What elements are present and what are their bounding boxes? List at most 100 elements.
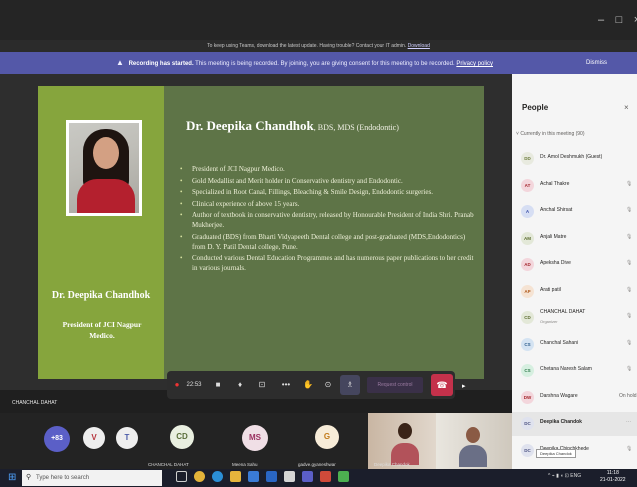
participant-name: Apeksha Dive — [540, 260, 571, 266]
microphone-icon[interactable]: 🎙 — [626, 340, 632, 346]
update-text: To keep using Teams, download the latest… — [207, 43, 407, 49]
participant-row[interactable]: DC Deepika Chandok ··· — [512, 412, 637, 436]
more-options-icon[interactable]: ··· — [626, 419, 631, 425]
hang-up-icon[interactable]: ☎ — [431, 374, 453, 396]
slide-bullet-list: President of JCI Nagpur Medico. Gold Med… — [178, 164, 474, 275]
privacy-policy-link[interactable]: Privacy policy — [456, 61, 493, 67]
participant-role: Organizer — [540, 319, 558, 324]
file-explorer-icon[interactable] — [230, 471, 241, 482]
task-view-icon[interactable] — [176, 471, 187, 482]
participant-avatar[interactable]: CD — [170, 425, 194, 449]
participant-avatar[interactable]: MS — [242, 425, 268, 451]
microphone-icon[interactable]: 🎙 — [626, 260, 632, 266]
taskbar-search-box[interactable]: ⚲ Type here to search — [22, 470, 162, 486]
participant-name: Dr. Amol Deshmukh (Guest) — [540, 154, 603, 160]
participant-name: Deepika Chandok — [540, 419, 582, 425]
slide-bullet: Graduated (BDS) from Bharti Vidyapeeth D… — [178, 232, 474, 252]
participant-avatar: AM — [521, 231, 534, 245]
participant-avatar: DC — [521, 443, 534, 457]
participant-avatar[interactable]: T — [116, 427, 138, 449]
microphone-icon[interactable]: 🎙 — [626, 446, 632, 452]
participant-row[interactable]: AD Apeksha Dive 🎙 — [512, 253, 637, 277]
call-control-bar: ● 22:53 ■ ♦ ⊡ ••• ✋ ⊙ ♗ Request control … — [167, 371, 455, 399]
mouse-cursor-icon: ▸ — [462, 383, 466, 390]
mail-icon[interactable] — [266, 471, 277, 482]
download-link[interactable]: Download — [408, 43, 430, 49]
app-icon[interactable] — [338, 471, 349, 482]
update-banner: To keep using Teams, download the latest… — [0, 40, 637, 52]
slide-bullet: Clinical experience of above 15 years. — [178, 199, 474, 209]
name-tooltip: Deepika Chandok — [536, 449, 576, 458]
participant-name-label: CHANCHAL DAHAT — [148, 462, 189, 467]
microphone-icon[interactable]: 🎙 — [626, 366, 632, 372]
slide-left-name: Dr. Deepika Chandhok — [51, 290, 151, 301]
taskbar-clock[interactable]: 11:18 21-01-2022 — [600, 470, 626, 484]
slide-credentials: , BDS, MDS (Endodontic) — [313, 123, 399, 132]
participant-row[interactable]: CD CHANCHAL DAHAT Organizer 🎙 — [512, 306, 637, 330]
maximize-icon[interactable]: □ — [612, 14, 626, 26]
more-actions-icon[interactable]: ••• — [279, 371, 293, 399]
request-control-button[interactable]: Request control — [367, 377, 423, 393]
participant-avatar[interactable]: V — [83, 427, 105, 449]
participant-row[interactable]: DW Darshna Wagare On hold — [512, 386, 637, 410]
people-panel-title: People — [522, 103, 549, 112]
microphone-icon[interactable]: 🎙 — [626, 287, 632, 293]
participant-avatar: AD — [521, 258, 534, 271]
teams-icon[interactable] — [302, 471, 313, 482]
participant-row[interactable]: AT Achal Thakre 🎙 — [512, 174, 637, 198]
slide-bullet: Author of textbook in conservative denti… — [178, 210, 474, 230]
microphone-icon[interactable]: ♦ — [233, 371, 247, 399]
title-bar: – □ × — [0, 0, 637, 40]
participant-row[interactable]: AP Arati patil 🎙 — [512, 280, 637, 304]
participant-avatar[interactable]: G — [315, 425, 339, 449]
participant-avatar: CS — [521, 337, 534, 351]
slide-bullet: Gold Medallist and Merit holder in Conse… — [178, 176, 474, 186]
close-panel-icon[interactable]: × — [624, 103, 629, 112]
system-tray[interactable]: ^ ⌁ ▮ ◖ ⊡ ENG — [548, 473, 581, 479]
recording-indicator-icon: ● — [174, 380, 180, 389]
share-tray-icon[interactable]: ⊡ — [255, 371, 269, 399]
chrome-icon[interactable] — [194, 471, 205, 482]
people-icon[interactable]: ♗ — [340, 375, 360, 395]
participant-name-label: Meena Sahu — [232, 462, 258, 467]
participant-name: Chanchal Sahani — [540, 339, 579, 346]
presenter-label: CHANCHAL DAHAT — [12, 400, 58, 406]
minimize-icon[interactable]: – — [594, 14, 608, 26]
clock-time: 11:18 — [606, 470, 619, 476]
raise-hand-icon[interactable]: ✋ — [301, 371, 315, 399]
participant-row[interactable]: AM Anjali Matre 🎙 — [512, 227, 637, 251]
camera-icon[interactable]: ■ — [211, 371, 225, 399]
app-icon[interactable] — [320, 471, 331, 482]
microphone-icon[interactable]: 🎙 — [626, 313, 632, 319]
overflow-participants-button[interactable]: +83 — [44, 426, 70, 452]
people-panel: People × ˅ Currently in this meeting (90… — [512, 74, 637, 469]
call-duration: 22:53 — [186, 382, 202, 388]
participant-row[interactable]: CS Chetana Naresh Salam 🎙 — [512, 359, 637, 383]
chat-icon[interactable]: ⊙ — [321, 371, 335, 399]
participants-section-header[interactable]: ˅ Currently in this meeting (90) — [516, 131, 585, 137]
participant-name-label: gadve.gyaneshwar — [298, 462, 336, 467]
microphone-icon[interactable]: 🎙 — [626, 234, 632, 240]
microphone-icon[interactable]: 🎙 — [626, 207, 632, 213]
edge-icon[interactable] — [212, 471, 223, 482]
speaker-photo — [66, 120, 142, 216]
recording-bold-text: Recording has started. — [128, 61, 194, 67]
search-icon: ⚲ — [26, 474, 32, 481]
store-icon[interactable] — [248, 471, 259, 482]
participant-video-tile[interactable] — [436, 413, 512, 469]
participant-name-label: Deepika Chandok — [374, 462, 410, 467]
participant-row[interactable]: DD Dr. Amol Deshmukh (Guest) — [512, 147, 637, 171]
close-window-icon[interactable]: × — [630, 14, 637, 26]
participant-row[interactable]: A Anchal Shirsat 🎙 — [512, 200, 637, 224]
participant-video-tile[interactable] — [368, 413, 436, 469]
recording-text: This meeting is being recorded. By joini… — [195, 61, 455, 67]
participant-name: Anchal Shirsat — [540, 207, 573, 213]
app-icon[interactable] — [284, 471, 295, 482]
dismiss-button[interactable]: Dismiss — [586, 52, 607, 74]
microphone-icon[interactable]: 🎙 — [626, 181, 632, 187]
participant-row[interactable]: CS Chanchal Sahani 🎙 — [512, 333, 637, 357]
search-placeholder: Type here to search — [36, 475, 90, 481]
presentation-slide: Dr. Deepika Chandhok President of JCI Na… — [38, 86, 484, 379]
participant-avatar: CS — [521, 364, 534, 377]
start-icon[interactable]: ⊞ — [8, 472, 16, 484]
